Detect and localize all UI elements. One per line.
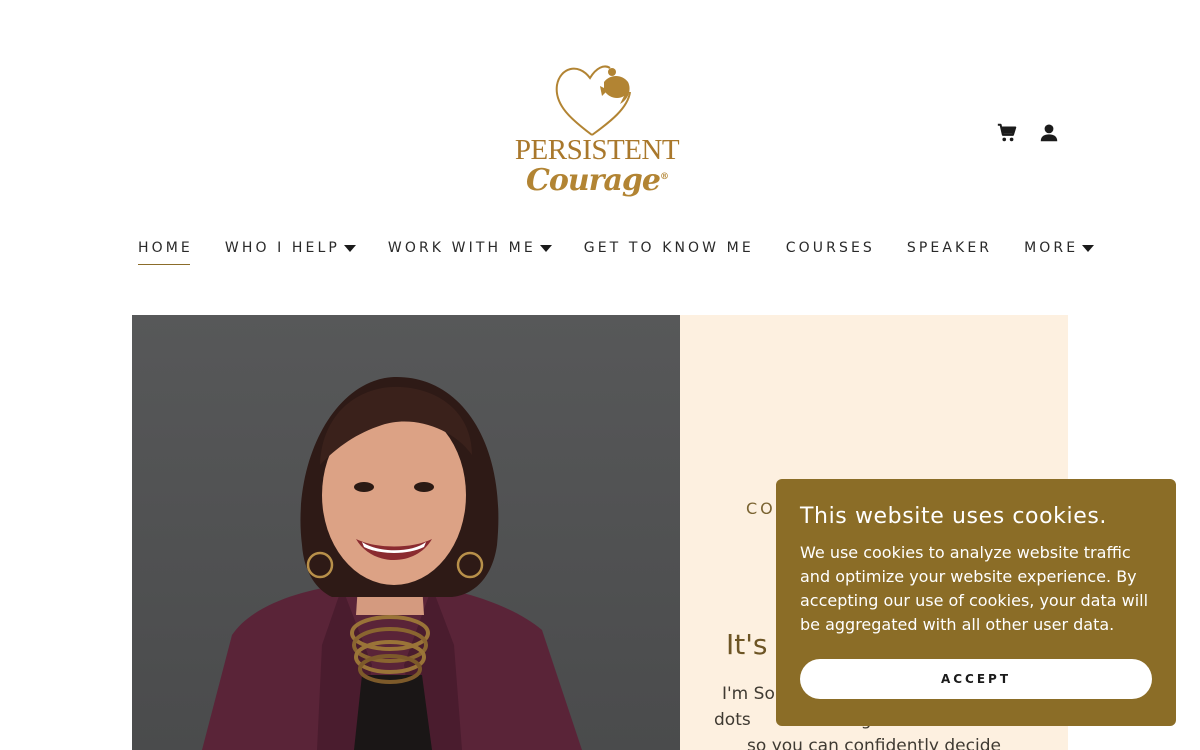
chevron-down-icon [1082, 245, 1095, 252]
nav-home-label: HOME [138, 240, 193, 256]
nav-courses-label: COURSES [785, 240, 875, 256]
hero-portrait-photo [132, 315, 680, 750]
hero-headline: It's [726, 628, 768, 661]
accept-cookies-button[interactable]: ACCEPT [800, 659, 1152, 699]
nav-who-i-help[interactable]: WHO I HELP [225, 238, 356, 258]
nav-more[interactable]: MORE [1024, 238, 1095, 258]
nav-home[interactable]: HOME [138, 238, 193, 265]
logo-wordmark-top: PERSISTENT [514, 134, 680, 166]
nav-get-to-know-me-label: GET TO KNOW ME [583, 240, 754, 256]
cookie-title: This website uses cookies. [800, 504, 1108, 529]
cookie-banner: This website uses cookies. We use cookie… [776, 479, 1176, 726]
portrait-illustration [202, 376, 582, 750]
nav-speaker-label: SPEAKER [906, 240, 993, 256]
chevron-down-icon [343, 245, 356, 252]
hero-eyebrow: CO [746, 499, 776, 518]
header-actions [996, 122, 1060, 144]
nav-speaker[interactable]: SPEAKER [907, 238, 992, 258]
cookie-body: We use cookies to analyze website traffi… [800, 543, 1149, 634]
main-nav: HOME WHO I HELP WORK WITH ME GET TO KNOW… [138, 238, 1095, 265]
nav-who-i-help-label: WHO I HELP [224, 240, 340, 256]
nav-work-with-me[interactable]: WORK WITH ME [388, 238, 552, 258]
heart-logo-icon [555, 65, 631, 136]
hero-body-line3: so you can confidently decide [747, 736, 1001, 750]
nav-work-with-me-label: WORK WITH ME [387, 240, 536, 256]
logo-wordmark-script: Courage® [525, 163, 669, 198]
chevron-down-icon [539, 245, 552, 252]
site-logo[interactable]: PERSISTENT Courage® [512, 60, 682, 208]
nav-more-label: MORE [1024, 240, 1079, 256]
cart-icon[interactable] [996, 122, 1018, 144]
account-icon[interactable] [1038, 122, 1060, 144]
nav-get-to-know-me[interactable]: GET TO KNOW ME [584, 238, 754, 258]
nav-courses[interactable]: COURSES [786, 238, 875, 258]
